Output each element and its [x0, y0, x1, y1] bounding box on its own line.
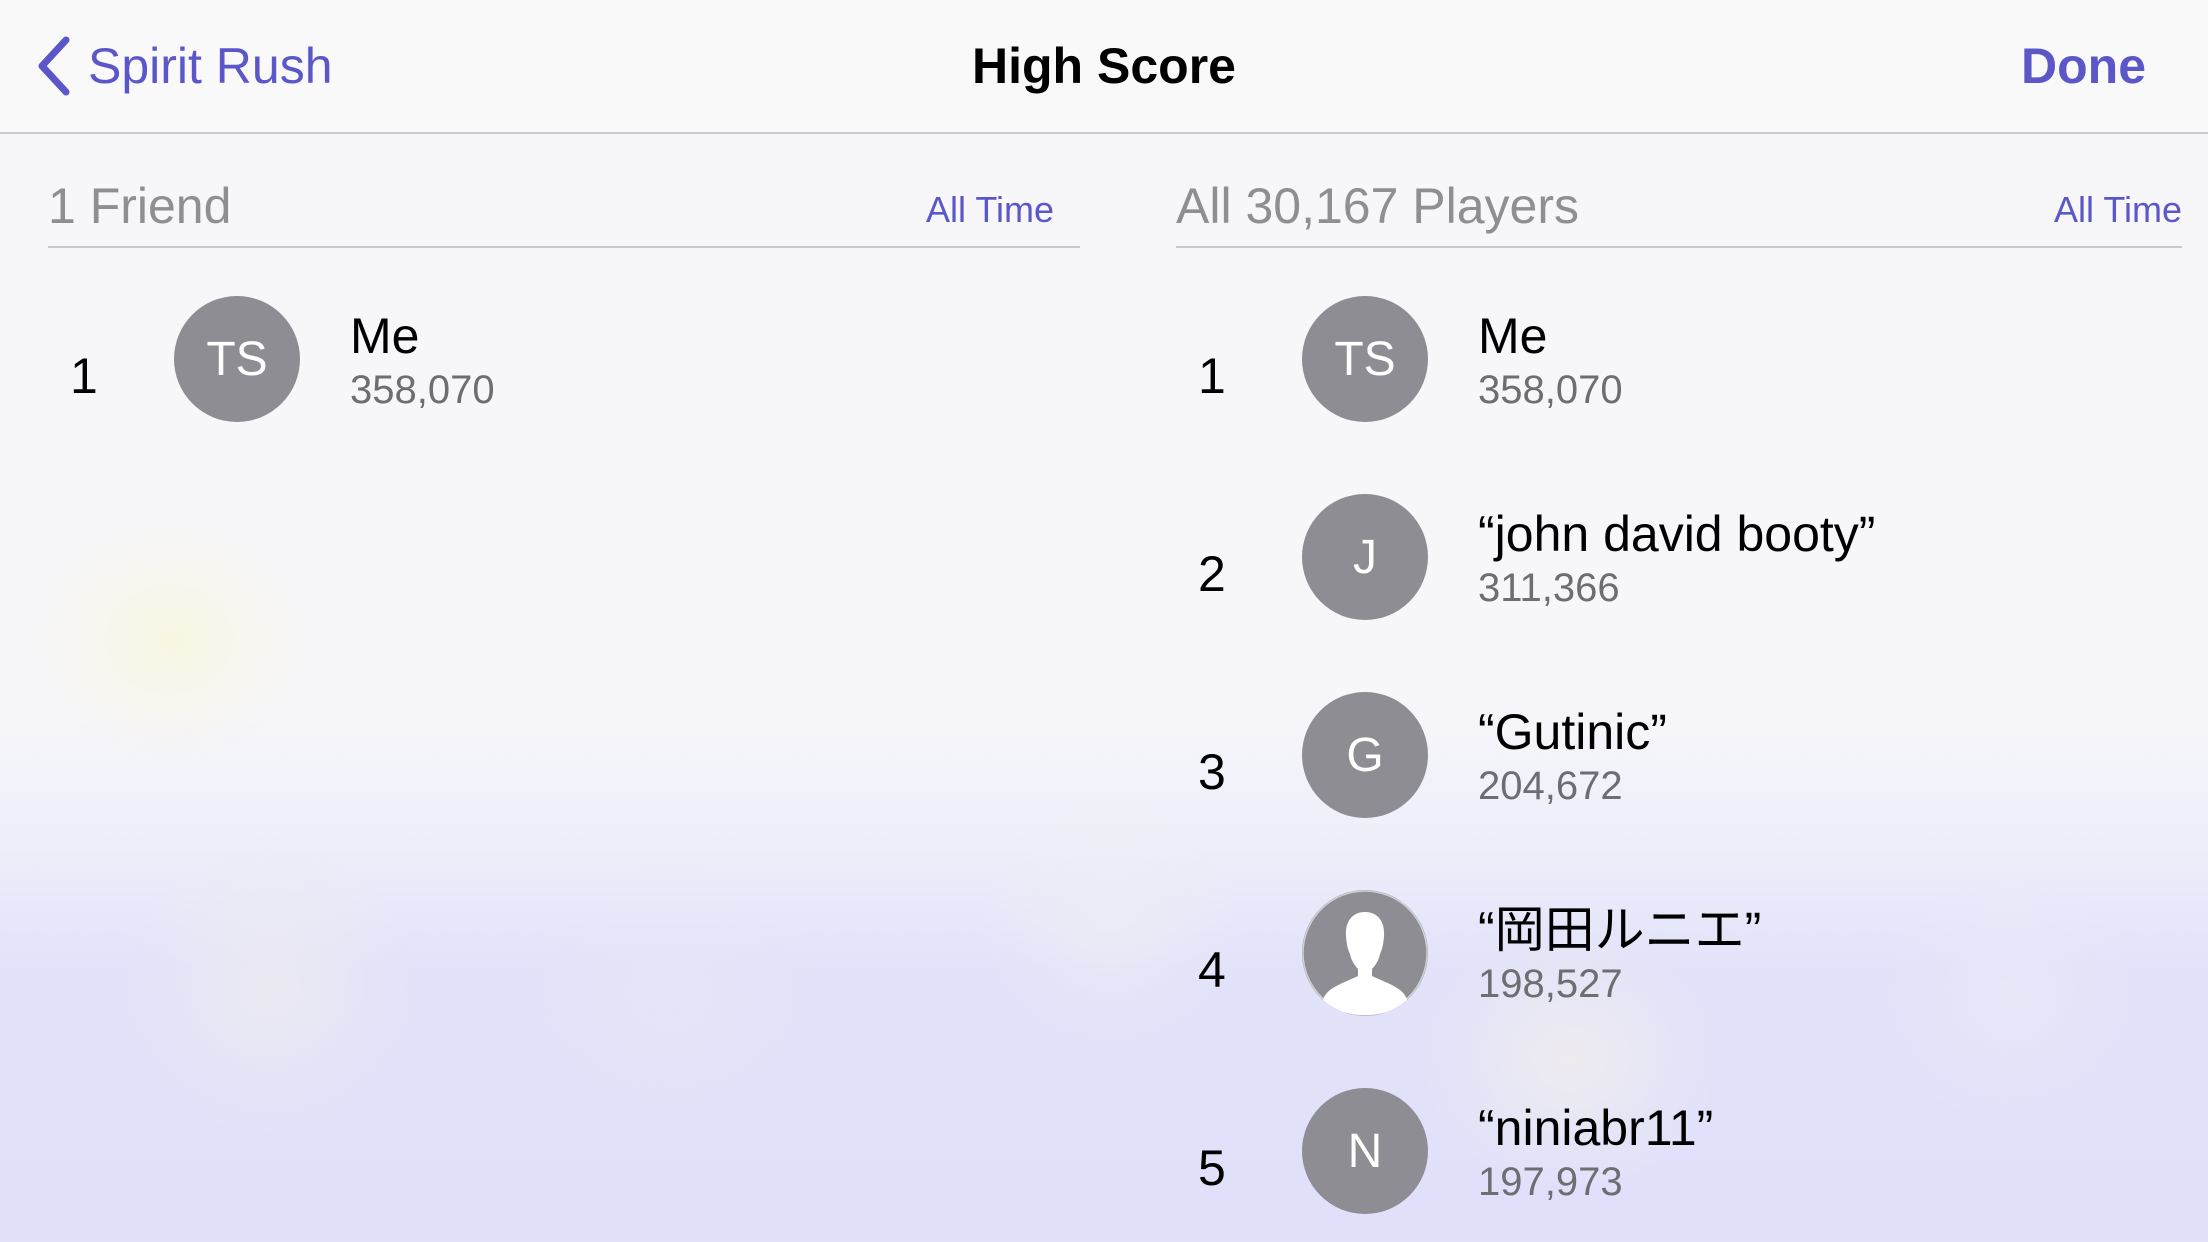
all-players-leaderboard: All 30,167 Players All Time 1 TS Me 358,… [1176, 132, 2182, 1242]
all-players-header: All 30,167 Players All Time [1176, 132, 2182, 248]
leaderboard-row[interactable]: 1 TS Me 358,070 [1176, 296, 2182, 494]
rank-number: 1 [70, 348, 98, 404]
avatar-initials: TS [206, 332, 268, 386]
avatar: G [1302, 692, 1428, 818]
friends-leaderboard: 1 Friend All Time 1 TS Me 358,070 [48, 132, 1080, 494]
leaderboard-row[interactable]: 1 TS Me 358,070 [48, 296, 1080, 494]
friends-header: 1 Friend All Time [48, 132, 1080, 248]
players-time-filter[interactable]: All Time [2054, 188, 2182, 232]
rank-number: 2 [1198, 546, 1226, 602]
player-name: Me [350, 308, 420, 364]
player-score: 197,973 [1478, 1160, 1623, 1204]
player-name: “Gutinic” [1478, 704, 1667, 760]
leaderboard-row[interactable]: 3 G “Gutinic” 204,672 [1176, 692, 2182, 890]
rank-number: 4 [1198, 942, 1226, 998]
leaderboard-row[interactable]: 2 J “john david booty” 311,366 [1176, 494, 2182, 692]
leaderboard-row[interactable]: 5 N “niniabr11” 197,973 [1176, 1088, 2182, 1242]
players-count-label: All 30,167 Players [1176, 178, 1580, 234]
rank-number: 1 [1198, 348, 1226, 404]
player-name: “岡田ルニエ” [1478, 902, 1762, 958]
player-score: 204,672 [1478, 764, 1623, 808]
player-score: 358,070 [1478, 368, 1623, 412]
player-score: 358,070 [350, 368, 495, 412]
player-name: “john david booty” [1478, 506, 1876, 562]
rank-number: 5 [1198, 1140, 1226, 1196]
avatar: TS [174, 296, 300, 422]
navigation-bar: Spirit Rush High Score Done [0, 0, 2208, 134]
avatar [1302, 890, 1428, 1016]
player-name: Me [1478, 308, 1548, 364]
avatar-initials: J [1353, 530, 1377, 584]
avatar: J [1302, 494, 1428, 620]
page-title: High Score [972, 38, 1236, 94]
avatar: TS [1302, 296, 1428, 422]
avatar-initials: N [1347, 1124, 1383, 1178]
avatar-initials: TS [1334, 332, 1396, 386]
done-button[interactable]: Done [2021, 34, 2146, 98]
leaderboard-row[interactable]: 4 “岡田ルニエ” 198,527 [1176, 890, 2182, 1088]
avatar: N [1302, 1088, 1428, 1214]
player-name: “niniabr11” [1478, 1100, 1714, 1156]
friends-time-filter[interactable]: All Time [926, 188, 1054, 232]
friends-count-label: 1 Friend [48, 178, 232, 234]
player-score: 311,366 [1478, 566, 1620, 610]
player-score: 198,527 [1478, 962, 1623, 1006]
avatar-initials: G [1346, 728, 1384, 782]
rank-number: 3 [1198, 744, 1226, 800]
person-silhouette-icon [1302, 890, 1428, 1016]
